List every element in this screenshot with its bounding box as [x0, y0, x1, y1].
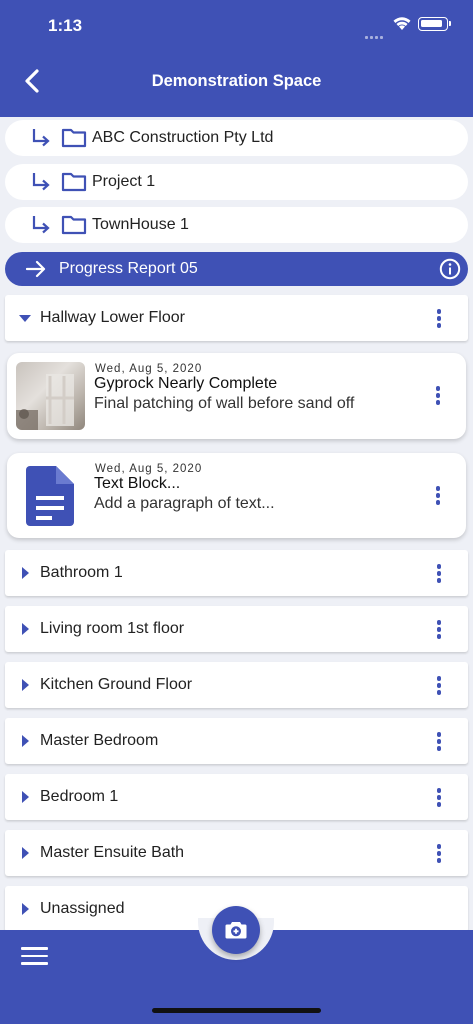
entry-date: Wed, Aug 5, 2020	[95, 363, 203, 375]
hamburger-menu-icon[interactable]	[21, 947, 48, 967]
section-label: Hallway Lower Floor	[40, 309, 185, 326]
more-options-icon[interactable]	[434, 486, 442, 506]
caret-down-icon	[19, 315, 31, 322]
section-kitchen-ground-floor[interactable]: Kitchen Ground Floor	[5, 662, 468, 708]
section-living-room-1st-floor[interactable]: Living room 1st floor	[5, 606, 468, 652]
caret-right-icon	[22, 903, 29, 915]
battery-icon	[418, 17, 451, 31]
section-label: Living room 1st floor	[40, 620, 185, 637]
section-bedroom-1[interactable]: Bedroom 1	[5, 774, 468, 820]
caret-right-icon	[22, 791, 29, 803]
section-label: Bedroom 1	[40, 788, 119, 805]
section-master-ensuite-bath[interactable]: Master Ensuite Bath	[5, 830, 468, 876]
folder-icon	[61, 215, 87, 235]
section-label: Unassigned	[40, 900, 125, 917]
content-area[interactable]: ABC Construction Pty Ltd Project 1 TownH…	[0, 117, 473, 932]
folder-icon	[61, 128, 87, 148]
home-indicator	[152, 1008, 321, 1013]
caret-right-icon	[22, 679, 29, 691]
subdirectory-arrow-icon	[32, 216, 50, 234]
entry-description: Final patching of wall before sand off	[94, 395, 355, 412]
entry-description: Add a paragraph of text...	[94, 495, 275, 512]
section-label: Bathroom 1	[40, 564, 123, 581]
section-label: Master Ensuite Bath	[40, 844, 185, 861]
breadcrumb-project[interactable]: Project 1	[5, 164, 468, 200]
app-header: 1:13 Demonstration Space	[0, 0, 473, 117]
more-options-icon[interactable]	[434, 386, 442, 406]
breadcrumb-company[interactable]: ABC Construction Pty Ltd	[5, 120, 468, 156]
entry-title: Text Block...	[94, 475, 181, 492]
section-master-bedroom[interactable]: Master Bedroom	[5, 718, 468, 764]
entry-title: Gyprock Nearly Complete	[94, 375, 278, 392]
info-icon[interactable]	[439, 258, 461, 280]
current-report-bar[interactable]: Progress Report 05	[5, 252, 468, 286]
entry-card[interactable]: Wed, Aug 5, 2020 Gyprock Nearly Complete…	[7, 353, 466, 439]
caret-right-icon	[22, 623, 29, 635]
folder-icon	[61, 172, 87, 192]
breadcrumb-label: ABC Construction Pty Ltd	[92, 129, 274, 146]
more-options-icon[interactable]	[435, 788, 443, 808]
entry-date: Wed, Aug 5, 2020	[95, 463, 203, 475]
current-report-label: Progress Report 05	[59, 260, 198, 277]
more-options-icon[interactable]	[435, 844, 443, 864]
document-icon	[26, 466, 74, 526]
more-options-icon[interactable]	[435, 309, 443, 329]
more-options-icon[interactable]	[435, 732, 443, 752]
section-bathroom-1[interactable]: Bathroom 1	[5, 550, 468, 596]
subdirectory-arrow-icon	[32, 173, 50, 191]
section-label: Kitchen Ground Floor	[40, 676, 193, 693]
section-label: Master Bedroom	[40, 732, 159, 749]
status-time: 1:13	[48, 16, 83, 35]
arrow-right-icon	[26, 260, 46, 278]
breadcrumb-label: Project 1	[92, 173, 156, 190]
more-options-icon[interactable]	[435, 564, 443, 584]
camera-plus-icon	[225, 922, 247, 939]
breadcrumb-townhouse[interactable]: TownHouse 1	[5, 207, 468, 243]
breadcrumb-label: TownHouse 1	[92, 216, 189, 233]
more-options-icon[interactable]	[435, 620, 443, 640]
caret-right-icon	[22, 735, 29, 747]
page-title: Demonstration Space	[151, 72, 322, 90]
add-photo-button[interactable]	[212, 906, 260, 954]
subdirectory-arrow-icon	[32, 129, 50, 147]
cellular-signal-icon	[365, 26, 387, 39]
section-hallway-lower-floor[interactable]: Hallway Lower Floor	[5, 295, 468, 341]
wifi-icon	[393, 17, 411, 30]
caret-right-icon	[22, 847, 29, 859]
photo-thumbnail	[16, 362, 85, 430]
caret-right-icon	[22, 567, 29, 579]
more-options-icon[interactable]	[435, 676, 443, 696]
entry-card[interactable]: Wed, Aug 5, 2020 Text Block... Add a par…	[7, 453, 466, 538]
